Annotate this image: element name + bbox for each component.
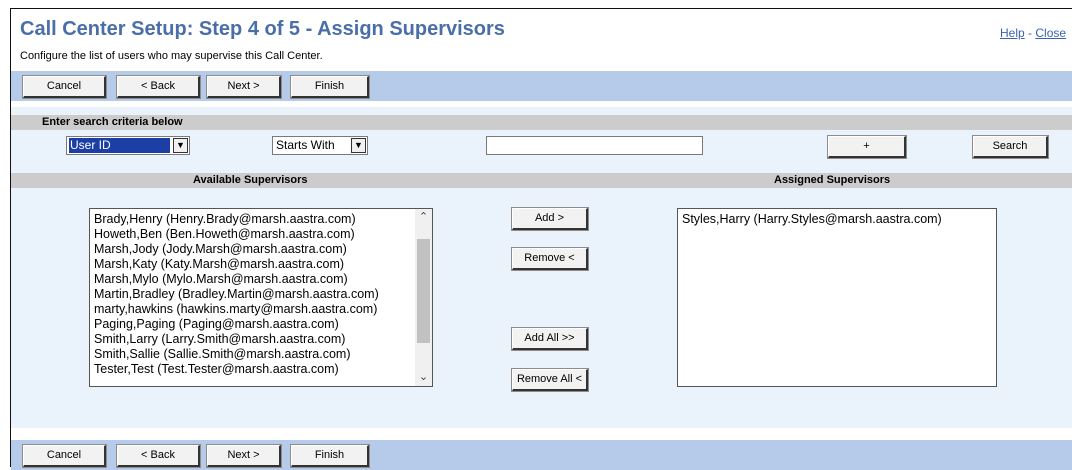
list-item[interactable]: marty,hawkins (hawkins.marty@marsh.aastr… (94, 302, 379, 317)
supervisors-header: Available Supervisors Assigned Superviso… (11, 173, 1072, 188)
add-all-button[interactable]: Add All >> (511, 327, 589, 351)
assigned-supervisors-list[interactable]: Styles,Harry (Harry.Styles@marsh.aastra.… (677, 208, 997, 387)
finish-button[interactable]: Finish (290, 444, 370, 468)
search-field-value: User ID (69, 138, 170, 153)
help-links: Help - Close (1000, 26, 1066, 40)
search-criteria-label: Enter search criteria below (42, 116, 183, 128)
assign-supervisors-panel: Enter search criteria below User ID ▼ St… (11, 107, 1072, 428)
help-link[interactable]: Help (1000, 26, 1025, 40)
available-supervisors-label: Available Supervisors (193, 174, 308, 186)
list-item[interactable]: Marsh,Katy (Katy.Marsh@marsh.aastra.com) (94, 257, 379, 272)
finish-button[interactable]: Finish (290, 75, 370, 99)
chevron-up-icon[interactable]: ⌃ (415, 209, 432, 226)
chevron-down-icon[interactable]: ▼ (173, 138, 188, 153)
add-criteria-button[interactable]: + (827, 135, 907, 159)
chevron-down-icon[interactable]: ▼ (351, 138, 366, 153)
available-list-scrollbar[interactable]: ⌃ ⌄ (415, 209, 432, 386)
scrollbar-thumb[interactable] (417, 239, 430, 343)
list-item[interactable]: Marsh,Jody (Jody.Marsh@marsh.aastra.com) (94, 242, 379, 257)
assigned-supervisors-label: Assigned Supervisors (774, 174, 891, 186)
list-item[interactable]: Tester,Test (Test.Tester@marsh.aastra.co… (94, 362, 379, 377)
back-button[interactable]: < Back (116, 444, 201, 468)
page-subtitle: Configure the list of users who may supe… (20, 50, 323, 62)
search-mode-value: Starts With (276, 138, 335, 152)
list-item[interactable]: Smith,Larry (Larry.Smith@marsh.aastra.co… (94, 332, 379, 347)
remove-all-button[interactable]: Remove All < (511, 368, 589, 392)
top-button-bar: Cancel < Back Next > Finish (11, 71, 1072, 101)
list-item[interactable]: Marsh,Mylo (Mylo.Marsh@marsh.aastra.com) (94, 272, 379, 287)
list-item[interactable]: Brady,Henry (Henry.Brady@marsh.aastra.co… (94, 212, 379, 227)
list-item[interactable]: Martin,Bradley (Bradley.Martin@marsh.aas… (94, 287, 379, 302)
list-item[interactable]: Smith,Sallie (Sallie.Smith@marsh.aastra.… (94, 347, 379, 362)
cancel-button[interactable]: Cancel (22, 444, 107, 468)
frame-border-top (10, 8, 1072, 9)
page-title: Call Center Setup: Step 4 of 5 - Assign … (20, 18, 505, 40)
list-item[interactable]: Howeth,Ben (Ben.Howeth@marsh.aastra.com) (94, 227, 379, 242)
available-supervisors-list[interactable]: Brady,Henry (Henry.Brady@marsh.aastra.co… (89, 208, 433, 387)
chevron-down-icon[interactable]: ⌄ (415, 369, 432, 386)
cancel-button[interactable]: Cancel (22, 75, 107, 99)
bottom-button-bar: Cancel < Back Next > Finish (11, 440, 1072, 470)
next-button[interactable]: Next > (206, 75, 282, 99)
search-field-select[interactable]: User ID ▼ (66, 136, 190, 155)
remove-button[interactable]: Remove < (511, 247, 589, 271)
search-input[interactable] (486, 136, 703, 155)
assigned-supervisors-items: Styles,Harry (Harry.Styles@marsh.aastra.… (682, 212, 942, 227)
search-button[interactable]: Search (972, 135, 1049, 159)
search-criteria-header: Enter search criteria below (11, 115, 1072, 130)
search-mode-select[interactable]: Starts With ▼ (272, 136, 368, 155)
list-item[interactable]: Styles,Harry (Harry.Styles@marsh.aastra.… (682, 212, 942, 227)
list-item[interactable]: Paging,Paging (Paging@marsh.aastra.com) (94, 317, 379, 332)
link-separator: - (1028, 26, 1033, 40)
add-button[interactable]: Add > (511, 207, 589, 231)
next-button[interactable]: Next > (206, 444, 282, 468)
close-link[interactable]: Close (1035, 26, 1066, 40)
available-supervisors-items: Brady,Henry (Henry.Brady@marsh.aastra.co… (94, 212, 379, 377)
back-button[interactable]: < Back (116, 75, 201, 99)
